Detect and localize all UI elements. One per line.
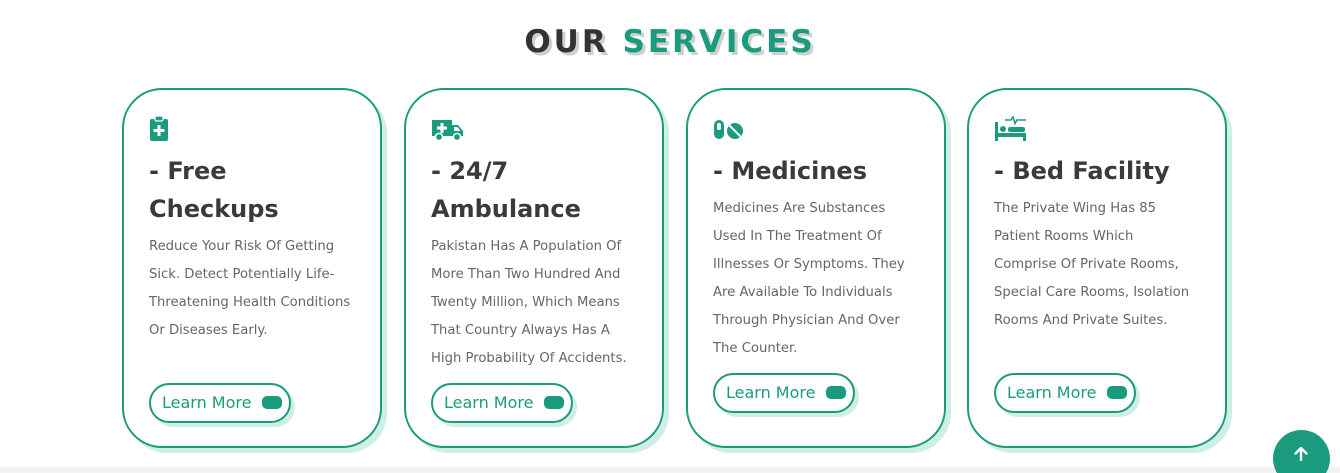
learn-more-button[interactable]: Learn More bbox=[713, 373, 856, 413]
learn-more-button[interactable]: Learn More bbox=[149, 383, 292, 423]
service-title: - Medicines bbox=[713, 157, 867, 185]
pill-decoration bbox=[262, 396, 283, 409]
ambulance-icon bbox=[432, 120, 463, 142]
service-title: - 24/7 Ambulance bbox=[431, 157, 581, 223]
pills-icon bbox=[714, 120, 743, 139]
section-title-part2: SERVICES bbox=[622, 24, 816, 60]
footer-divider bbox=[0, 467, 1340, 473]
service-card-medicines: - Medicines Medicines Are Substances Use… bbox=[686, 88, 946, 448]
section-title-part1: OUR bbox=[524, 24, 609, 60]
service-description: The Private Wing Has 85 Patient Rooms Wh… bbox=[994, 201, 1190, 328]
learn-more-button[interactable]: Learn More bbox=[431, 383, 574, 423]
learn-more-button[interactable]: Learn More bbox=[994, 373, 1137, 413]
pill-decoration bbox=[544, 396, 565, 409]
section-title: OUR SERVICES bbox=[0, 24, 1340, 60]
service-card-free-checkups: - Free Checkups Reduce Your Risk Of Gett… bbox=[122, 88, 382, 448]
service-card-ambulance: - 24/7 Ambulance Pakistan Has A Populati… bbox=[404, 88, 664, 448]
service-title: - Free Checkups bbox=[149, 157, 279, 223]
scroll-to-top-button[interactable] bbox=[1273, 430, 1330, 473]
clipboard-medical-icon bbox=[150, 116, 168, 141]
service-description: Medicines Are Substances Used In The Tre… bbox=[713, 201, 905, 356]
arrow-up-icon bbox=[1294, 447, 1308, 461]
service-description: Reduce Your Risk Of Getting Sick. Detect… bbox=[149, 239, 351, 338]
bed-icon bbox=[995, 116, 1026, 141]
pill-decoration bbox=[826, 386, 847, 399]
pill-decoration bbox=[1107, 386, 1128, 399]
service-title: - Bed Facility bbox=[994, 157, 1170, 185]
service-description: Pakistan Has A Population Of More Than T… bbox=[431, 239, 627, 366]
service-card-bed-facility: - Bed Facility The Private Wing Has 85 P… bbox=[967, 88, 1227, 448]
